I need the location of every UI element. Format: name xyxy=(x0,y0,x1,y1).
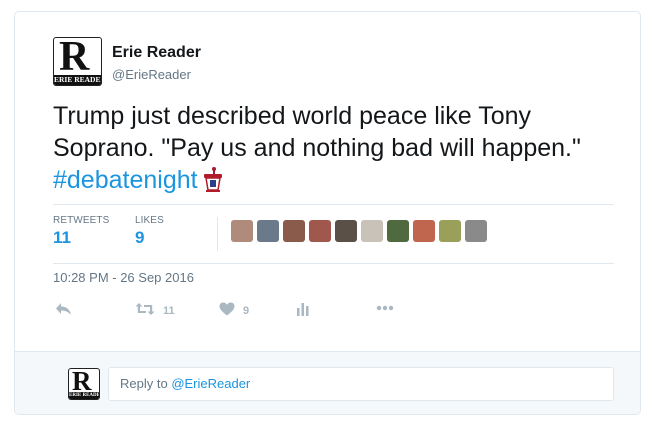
likes-label: LIKES xyxy=(135,215,164,226)
likes-count: 9 xyxy=(135,228,145,247)
reply-button[interactable] xyxy=(55,302,72,319)
podium-icon xyxy=(202,166,224,200)
stats-divider-bottom xyxy=(53,263,614,264)
liker-avatar[interactable] xyxy=(257,220,279,242)
reply-bar: R ERIE READER Reply to @ErieReader xyxy=(15,351,640,414)
liker-avatar[interactable] xyxy=(465,220,487,242)
liker-avatar[interactable] xyxy=(361,220,383,242)
retweets-stat[interactable]: RETWEETS 11 xyxy=(53,215,109,248)
reply-input[interactable]: Reply to @ErieReader xyxy=(108,367,614,401)
analytics-icon xyxy=(296,302,310,319)
author-avatar[interactable]: R ERIE READER xyxy=(53,37,102,86)
analytics-button[interactable] xyxy=(296,302,310,319)
reply-logo-band: ERIE READER xyxy=(69,392,100,399)
hashtag-link[interactable]: #debatenight xyxy=(53,166,198,194)
stats-vertical-divider xyxy=(217,217,218,251)
author-handle[interactable]: @ErieReader xyxy=(112,67,191,82)
liker-avatar[interactable] xyxy=(413,220,435,242)
liker-avatar[interactable] xyxy=(309,220,331,242)
more-icon xyxy=(376,302,394,314)
liker-avatar[interactable] xyxy=(387,220,409,242)
reply-mention: @ErieReader xyxy=(171,376,251,391)
likes-stat[interactable]: LIKES 9 xyxy=(135,215,164,248)
author-name[interactable]: Erie Reader xyxy=(112,44,201,62)
tweet-card: R ERIE READER Erie Reader @ErieReader Tr… xyxy=(14,11,641,415)
liker-avatar[interactable] xyxy=(335,220,357,242)
liker-avatar[interactable] xyxy=(439,220,461,242)
tweet-body: Trump just described world peace like To… xyxy=(53,102,581,162)
liker-avatar[interactable] xyxy=(231,220,253,242)
reply-icon xyxy=(55,302,72,319)
liker-avatars xyxy=(231,220,487,242)
retweet-count: 11 xyxy=(163,304,175,317)
tweet-text: Trump just described world peace like To… xyxy=(53,100,593,200)
more-button[interactable] xyxy=(376,302,394,314)
like-button[interactable]: 9 xyxy=(219,302,249,319)
retweets-label: RETWEETS xyxy=(53,215,110,226)
reply-logo-letter: R xyxy=(72,368,92,396)
reply-avatar: R ERIE READER xyxy=(68,368,100,400)
heart-icon xyxy=(219,302,235,319)
tweet-timestamp[interactable]: 10:28 PM - 26 Sep 2016 xyxy=(53,270,194,285)
retweet-button[interactable]: 11 xyxy=(135,302,175,319)
retweet-icon xyxy=(135,302,155,319)
retweets-count: 11 xyxy=(53,228,71,247)
liker-avatar[interactable] xyxy=(283,220,305,242)
stats-divider-top xyxy=(53,204,614,205)
logo-letter: R xyxy=(59,37,90,80)
like-count: 9 xyxy=(243,304,250,317)
reply-prefix: Reply to xyxy=(120,376,172,391)
logo-band: ERIE READER xyxy=(54,75,102,85)
